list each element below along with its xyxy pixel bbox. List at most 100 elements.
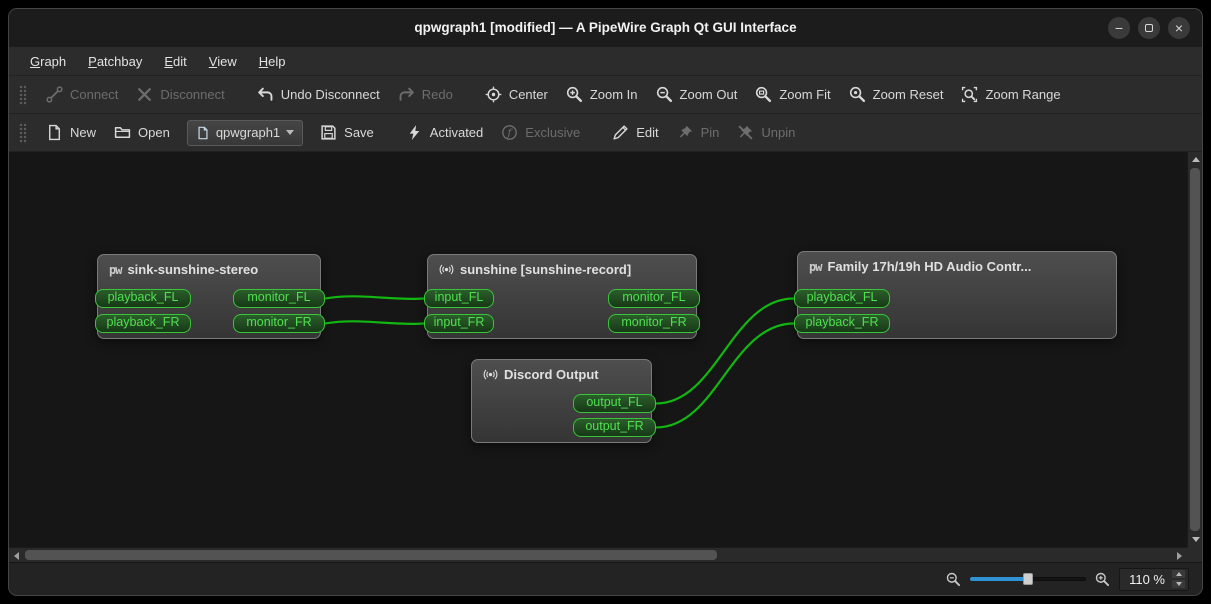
zoom-slider[interactable] (970, 571, 1087, 587)
activated-label: Activated (429, 125, 484, 140)
dropdown-arrow-icon (286, 130, 295, 135)
save-patchbay-button[interactable]: Save (311, 118, 383, 147)
menu-help[interactable]: Help (248, 49, 297, 74)
vertical-scrollbar[interactable] (1187, 152, 1202, 547)
patchbay-select[interactable]: qpwgraph1 (186, 119, 304, 146)
disconnect-button[interactable]: Disconnect (127, 80, 233, 109)
scroll-down-arrow[interactable] (1188, 532, 1202, 547)
menu-edit-text: dit (173, 53, 187, 69)
new-patchbay-button[interactable]: New (37, 118, 105, 147)
undo-disconnect-button[interactable]: Undo Disconnect (248, 80, 389, 109)
connect-label: Connect (70, 87, 119, 102)
stream-icon (483, 369, 498, 380)
toolbar-handle[interactable] (19, 83, 27, 106)
zoom-reset-button[interactable]: Zoom Reset (840, 80, 953, 109)
port-discord-output-fl[interactable]: output_FL (573, 394, 656, 413)
disconnect-label: Disconnect (160, 87, 225, 102)
toolbar-handle[interactable] (19, 121, 27, 144)
port-sunshine-input-fr[interactable]: input_FR (424, 314, 494, 333)
node-header: pw sink-sunshine-stereo (98, 255, 320, 284)
menubar: Graph Patchbay Edit View Help (9, 47, 1202, 76)
zoom-out-button[interactable]: Zoom Out (647, 80, 747, 109)
scroll-up-arrow[interactable] (1188, 152, 1202, 167)
port-sunshine-monitor-fl[interactable]: monitor_FL (608, 289, 700, 308)
zoom-range-icon (961, 86, 978, 103)
edit-pencil-icon (612, 124, 629, 141)
port-discord-output-fr[interactable]: output_FR (573, 418, 656, 437)
zoom-range-button[interactable]: Zoom Range (952, 80, 1069, 109)
port-sink-playback-fl[interactable]: playback_FL (95, 289, 191, 308)
center-label: Center (508, 87, 548, 102)
port-sunshine-monitor-fr[interactable]: monitor_FR (608, 314, 700, 333)
maximize-button[interactable] (1138, 17, 1160, 39)
edit-label: Edit (636, 125, 659, 140)
maximize-icon (1145, 24, 1153, 32)
menu-edit[interactable]: Edit (153, 49, 197, 74)
undo-icon (257, 86, 274, 103)
activated-toggle[interactable]: Activated (397, 118, 492, 147)
menu-graph-accel: G (30, 53, 41, 69)
horizontal-scrollbar-thumb[interactable] (25, 550, 717, 560)
exclusive-icon: f (501, 124, 518, 141)
unpin-label: Unpin (761, 125, 796, 140)
exclusive-label: Exclusive (525, 125, 581, 140)
connect-button[interactable]: Connect (37, 80, 127, 109)
wire-output-fr-to-playback-fr[interactable] (654, 322, 796, 429)
zoom-spinbox[interactable]: 110 % (1119, 567, 1189, 591)
zoom-increase-button[interactable] (1172, 570, 1185, 578)
pin-icon (677, 124, 694, 141)
titlebar[interactable]: qpwgraph1 [modified] — A PipeWire Graph … (9, 9, 1202, 47)
port-sink-monitor-fr[interactable]: monitor_FR (233, 314, 325, 333)
unpin-button[interactable]: Unpin (728, 118, 804, 147)
svg-text:f: f (507, 126, 514, 139)
open-patchbay-button[interactable]: Open (105, 118, 179, 147)
redo-label: Redo (421, 87, 453, 102)
menu-patchbay[interactable]: Patchbay (77, 49, 153, 74)
edit-patchbay-button[interactable]: Edit (603, 118, 667, 147)
minimize-button[interactable]: − (1108, 17, 1130, 39)
patchbay-file-icon (196, 126, 210, 140)
center-button[interactable]: Center (476, 80, 557, 109)
window-title: qpwgraph1 [modified] — A PipeWire Graph … (414, 20, 797, 35)
wire-monitor-fl-to-input-fl[interactable] (323, 295, 426, 301)
wire-monitor-fr-to-input-fr[interactable] (323, 320, 426, 326)
port-family-playback-fl[interactable]: playback_FL (794, 289, 890, 308)
scroll-right-arrow[interactable] (1172, 548, 1187, 563)
zoom-fit-label: Zoom Fit (779, 87, 831, 102)
zoom-decrease-button[interactable] (1172, 580, 1185, 588)
port-sink-playback-fr[interactable]: playback_FR (95, 314, 191, 333)
activated-bolt-icon (406, 124, 423, 141)
exclusive-toggle[interactable]: f Exclusive (492, 118, 589, 147)
zoom-range-label: Zoom Range (985, 87, 1061, 102)
zoom-out-icon[interactable] (946, 572, 961, 587)
port-sunshine-input-fl[interactable]: input_FL (424, 289, 494, 308)
menu-help-text: elp (268, 53, 286, 69)
connect-icon (46, 86, 63, 103)
zoom-in-button[interactable]: Zoom In (557, 80, 647, 109)
menu-patchbay-accel: P (88, 53, 97, 69)
vertical-scrollbar-thumb[interactable] (1190, 168, 1200, 531)
node-header: pw Family 17h/19h HD Audio Contr... (798, 252, 1116, 281)
scroll-left-arrow[interactable] (9, 548, 24, 563)
minimize-icon: − (1114, 20, 1124, 36)
zoom-in-label: Zoom In (589, 87, 638, 102)
port-family-playback-fr[interactable]: playback_FR (794, 314, 890, 333)
graph-canvas[interactable]: pw sink-sunshine-stereo sunshine [sunshi… (9, 152, 1187, 547)
zoom-slider-handle[interactable] (1023, 573, 1034, 585)
close-button[interactable]: × (1168, 17, 1190, 39)
zoom-fit-button[interactable]: Zoom Fit (746, 80, 839, 109)
menu-help-accel: H (258, 53, 269, 69)
redo-button[interactable]: Redo (389, 80, 462, 109)
menu-view[interactable]: View (198, 49, 248, 74)
zoom-in-icon[interactable] (1095, 572, 1110, 587)
scrollbar-corner (1187, 547, 1202, 562)
zoom-out-icon (656, 86, 673, 103)
horizontal-scrollbar[interactable] (9, 547, 1187, 562)
menu-graph[interactable]: Graph (19, 49, 77, 74)
pin-button[interactable]: Pin (668, 118, 729, 147)
disconnect-icon (136, 86, 153, 103)
port-sink-monitor-fl[interactable]: monitor_FL (233, 289, 325, 308)
pipewire-icon: pw (809, 259, 822, 274)
zoom-value: 110 % (1129, 571, 1165, 587)
center-icon (485, 86, 502, 103)
